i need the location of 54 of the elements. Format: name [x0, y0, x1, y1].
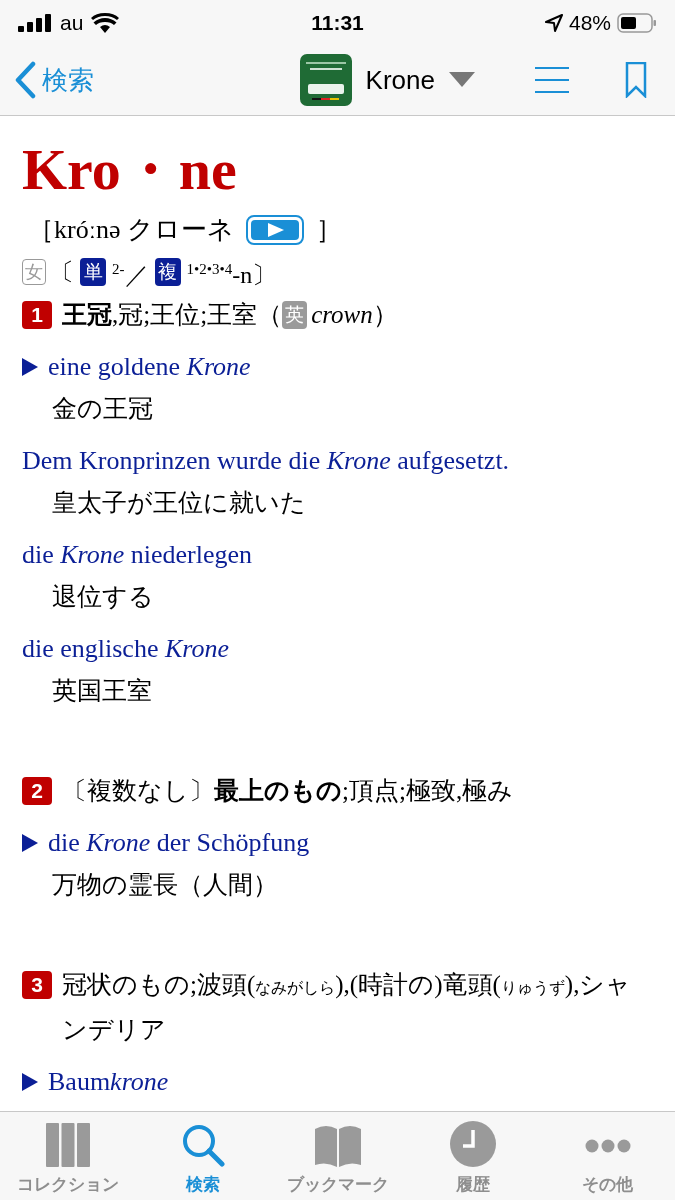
triangle-icon[interactable]: [22, 358, 38, 376]
signal-icon: [18, 13, 52, 32]
battery-percent: 48%: [568, 10, 611, 35]
sense-number: 1: [22, 301, 52, 329]
tab[interactable]: 履歴: [405, 1112, 540, 1200]
tab[interactable]: 検索: [135, 1112, 270, 1200]
example-german: die Krone der Schöpfung: [48, 827, 310, 859]
pronunciation: ［króːnə クローネ: [28, 214, 234, 246]
menu-icon[interactable]: [535, 66, 569, 94]
bookmark-icon[interactable]: [625, 62, 647, 98]
definition: 〔複数なし〕最上のもの;頂点;極致,極み: [62, 776, 514, 806]
example-german: Dem Kronprinzen wurde die Krone aufgesetzt.: [22, 445, 510, 477]
dropdown-caret-icon[interactable]: [449, 72, 475, 88]
example-translation: 英国王室: [52, 677, 152, 704]
tab[interactable]: その他: [540, 1112, 675, 1200]
tab[interactable]: コレクション: [0, 1112, 135, 1200]
books-icon: [44, 1123, 91, 1167]
sense-number: 2: [22, 777, 52, 805]
more-icon: [584, 1139, 631, 1153]
singular-badge: 単: [80, 258, 106, 286]
example-german: Baumkrone: [48, 1066, 169, 1098]
clock-icon: [449, 1121, 496, 1167]
open-book-icon: [312, 1125, 363, 1167]
wifi-icon: [91, 12, 120, 33]
battery-icon: [617, 12, 657, 33]
search-icon: [180, 1123, 225, 1167]
plural-badge: 複: [154, 258, 181, 286]
app-logo-icon: [299, 54, 352, 106]
example-translation: 金の王冠: [52, 395, 153, 422]
example-translation: 退位する: [52, 583, 154, 610]
carrier: au: [60, 10, 84, 35]
example-german: die Krone niederlegen: [22, 539, 253, 571]
example-german: eine goldene Krone: [48, 351, 251, 383]
back-button[interactable]: 検索: [14, 61, 94, 99]
pronunciation-bracket: ］: [315, 214, 342, 246]
nav-title: Krone: [365, 64, 435, 96]
clock-time: 11:31: [311, 10, 364, 34]
chevron-left-icon: [14, 61, 36, 99]
play-button[interactable]: [245, 215, 304, 245]
headword: Kro・ne: [22, 136, 238, 204]
example-translation: 皇太子が王位に就いた: [52, 489, 306, 516]
definition: 王冠,冠;王位;王室（英 crown）: [62, 300, 398, 331]
triangle-icon[interactable]: [22, 834, 38, 852]
example-translation: 万物の霊長（人間）: [52, 871, 278, 898]
plural-ending: $^{1•2•3•4}$-n〕: [186, 260, 277, 290]
definition: 冠状のもの;波頭(なみがしら),(時計の)竜頭(りゅうず),シャンデリア: [62, 970, 633, 1045]
tab[interactable]: ブックマーク: [270, 1112, 405, 1200]
bracket: 〔: [50, 258, 74, 287]
location-arrow-icon: [544, 13, 563, 32]
gender-badge: 女: [22, 259, 46, 285]
example-german: die englische Krone: [22, 633, 229, 665]
sense-number: 3: [22, 971, 52, 999]
singular-ending: $^{2-}$／: [112, 260, 149, 290]
triangle-icon[interactable]: [22, 1073, 38, 1091]
